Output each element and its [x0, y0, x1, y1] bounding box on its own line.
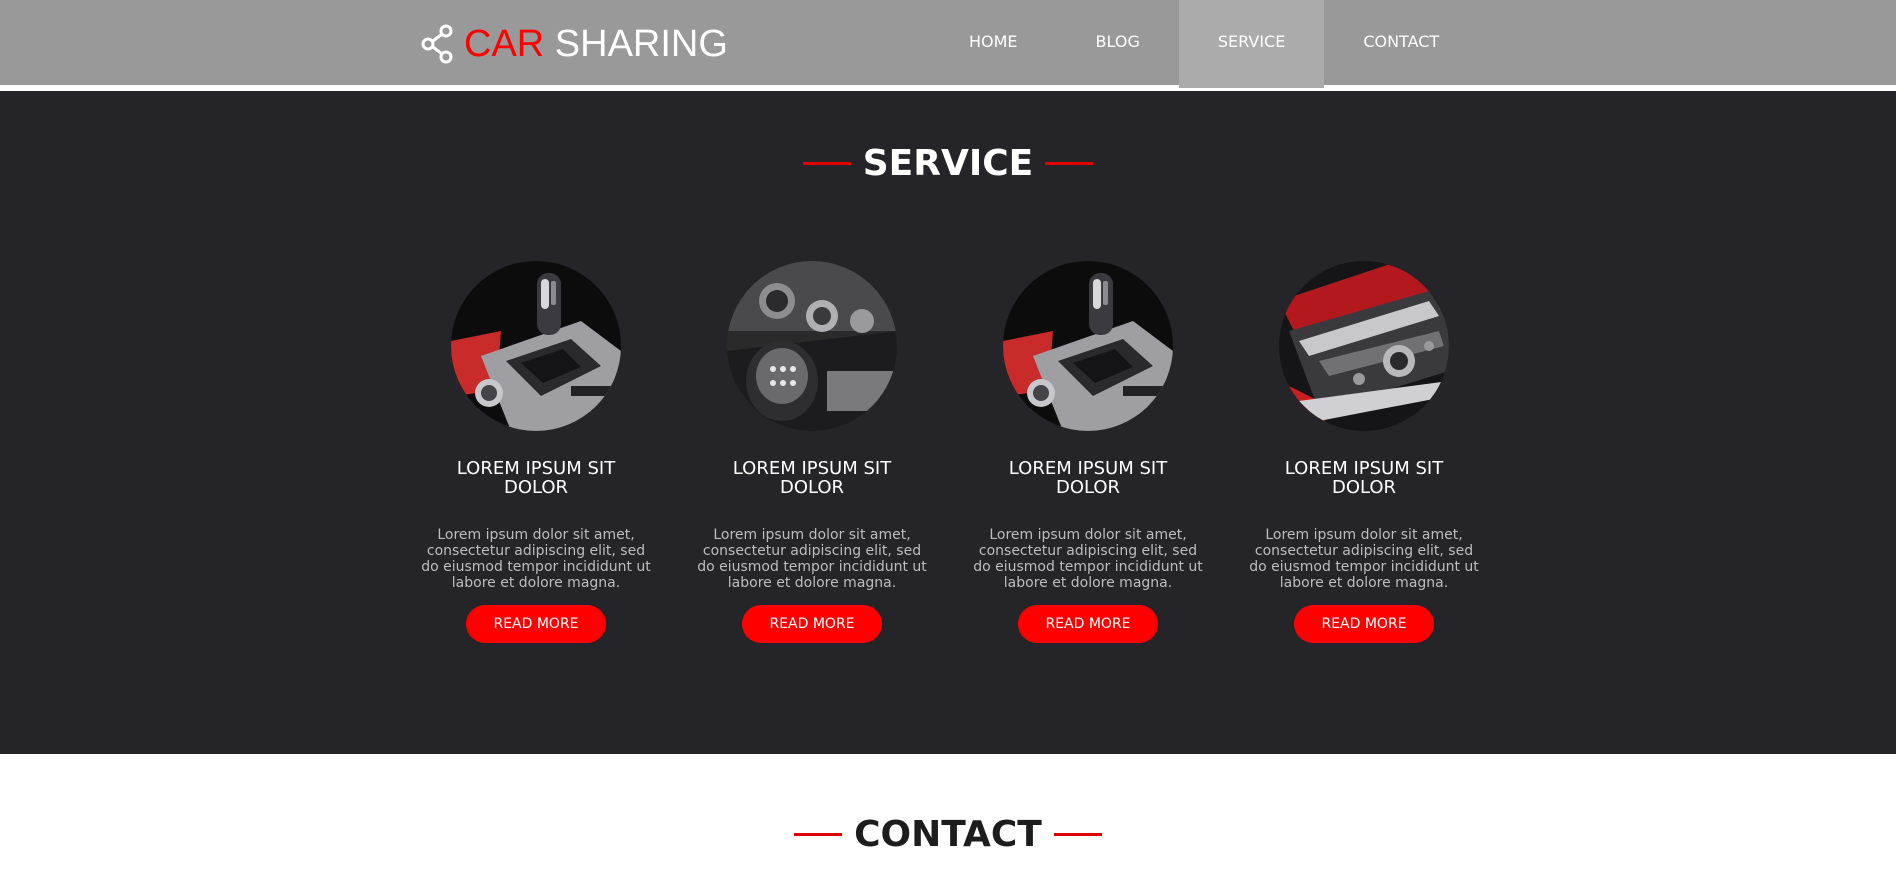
brand-name: CAR SHARING [464, 20, 728, 68]
service-image-manual-gearstick [727, 261, 897, 431]
service-card-title: LOREM IPSUM SIT DOLOR [1008, 458, 1168, 498]
brand-word-car: CAR [464, 23, 545, 65]
nav-item-home[interactable]: HOME [930, 0, 1057, 88]
service-card: LOREM IPSUM SIT DOLOR Lorem ipsum dolor … [970, 261, 1206, 643]
brand-word-sharing: SHARING [554, 23, 728, 65]
read-more-button[interactable]: READ MORE [1018, 605, 1158, 643]
service-card-title: LOREM IPSUM SIT DOLOR [1284, 458, 1444, 498]
service-image-center-console [1279, 261, 1449, 431]
read-more-button[interactable]: READ MORE [466, 605, 606, 643]
service-card-text: Lorem ipsum dolor sit amet, consectetur … [1249, 527, 1479, 591]
heading-rule-right [1045, 162, 1094, 165]
service-card: LOREM IPSUM SIT DOLOR Lorem ipsum dolor … [694, 261, 930, 643]
read-more-button[interactable]: READ MORE [1294, 605, 1434, 643]
heading-rule-left [794, 833, 843, 836]
share-icon [421, 24, 453, 64]
service-image-gear-shift [451, 261, 621, 431]
contact-heading: CONTACT [0, 814, 1896, 855]
service-image-gear-shift [1003, 261, 1173, 431]
contact-title: CONTACT [854, 814, 1042, 855]
service-section: SERVICE LOREM IPSUM SIT DOLOR Lorem ipsu… [0, 91, 1896, 754]
heading-rule-right [1053, 833, 1102, 836]
nav-item-service[interactable]: SERVICE [1178, 0, 1325, 88]
service-title: SERVICE [862, 143, 1034, 184]
nav-item-contact[interactable]: CONTACT [1324, 0, 1478, 88]
nav-item-blog[interactable]: BLOG [1057, 0, 1179, 88]
service-card-text: Lorem ipsum dolor sit amet, consectetur … [421, 527, 651, 591]
main-nav: HOME BLOG SERVICE CONTACT [930, 0, 1478, 88]
heading-rule-left [802, 162, 851, 165]
read-more-button[interactable]: READ MORE [742, 605, 882, 643]
service-card-text: Lorem ipsum dolor sit amet, consectetur … [697, 527, 927, 591]
service-heading: SERVICE [0, 143, 1896, 184]
service-card: LOREM IPSUM SIT DOLOR Lorem ipsum dolor … [418, 261, 654, 643]
site-header: CAR SHARING HOME BLOG SERVICE CONTACT [0, 0, 1896, 88]
service-card-text: Lorem ipsum dolor sit amet, consectetur … [973, 527, 1203, 591]
service-card-title: LOREM IPSUM SIT DOLOR [732, 458, 892, 498]
service-card-title: LOREM IPSUM SIT DOLOR [456, 458, 616, 498]
site-logo[interactable]: CAR SHARING [420, 20, 728, 68]
service-card: LOREM IPSUM SIT DOLOR Lorem ipsum dolor … [1246, 261, 1482, 643]
